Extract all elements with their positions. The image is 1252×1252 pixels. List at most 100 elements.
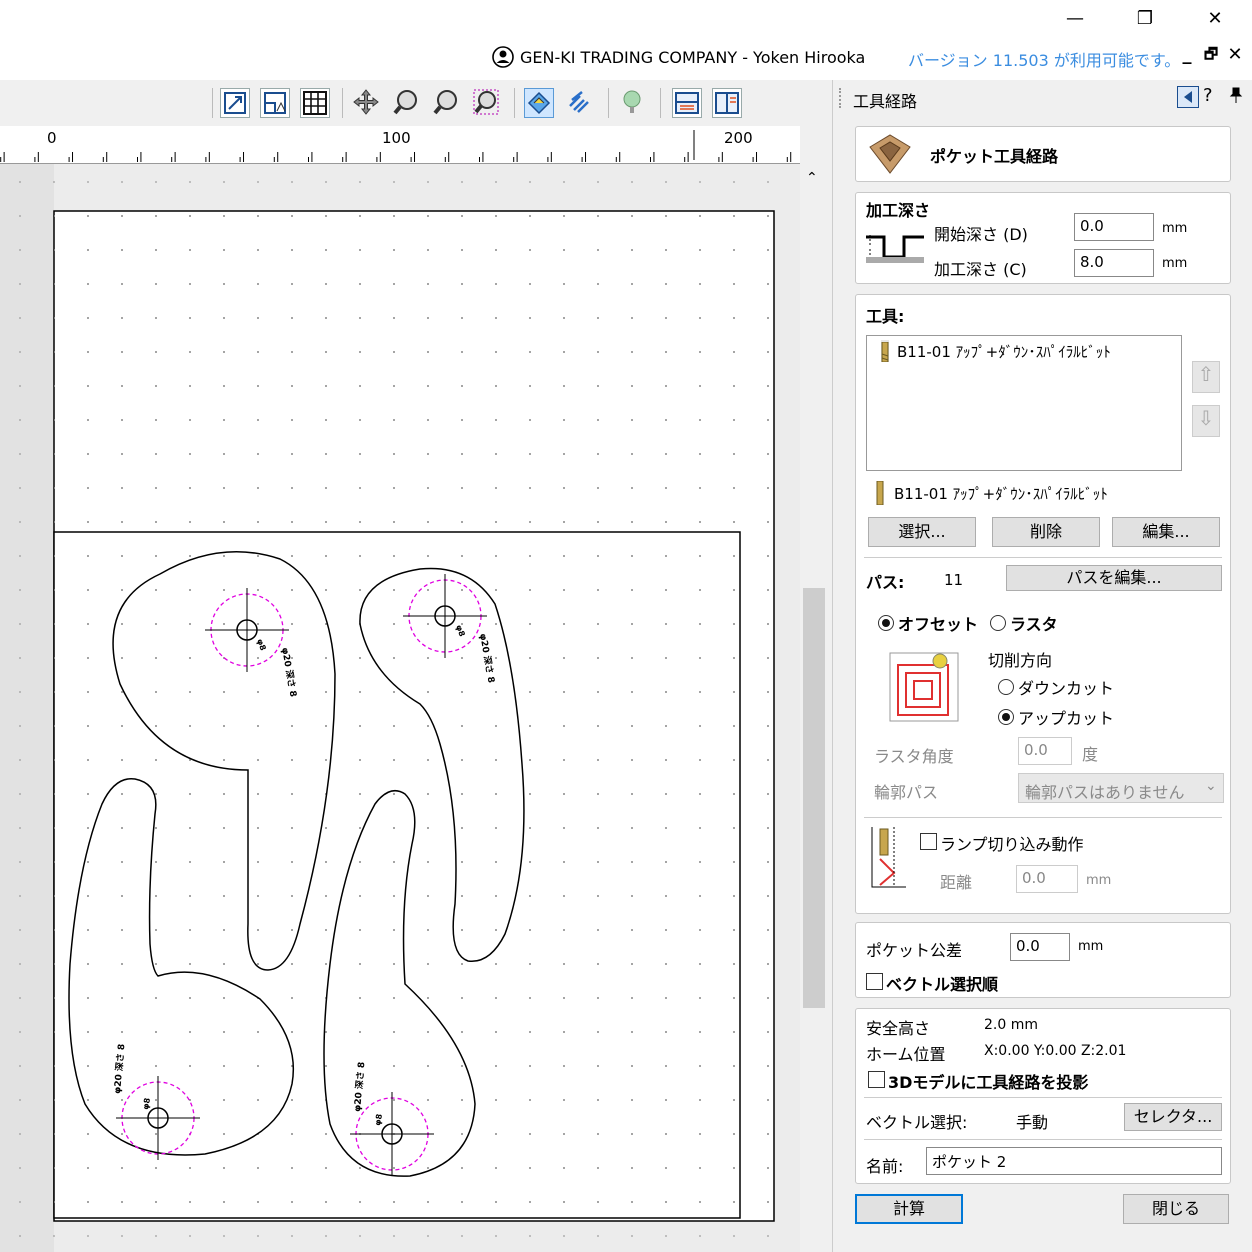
start-depth-label: 開始深さ (D): [934, 225, 1028, 244]
selector-button[interactable]: セレクタ...: [1124, 1103, 1222, 1131]
tool-settings-box: 工具: B11-01 ｱｯﾌﾟ+ﾀﾞｳﾝ･ｽﾊﾟｲﾗﾙﾋﾞｯﾄ ⇧ ⇩ B11-…: [855, 294, 1231, 914]
zoom-in-icon[interactable]: [392, 88, 422, 118]
vector-order-checkbox[interactable]: [866, 973, 883, 990]
safety-box: 安全高さ 2.0 mm ホーム位置 X:0.00 Y:0.00 Z:2.01 3…: [855, 1008, 1231, 1184]
toolpath-view-icon[interactable]: [566, 88, 596, 118]
ramp-diagram-icon: [871, 827, 906, 888]
close-panel-button[interactable]: 閉じる: [1123, 1194, 1229, 1224]
pan-icon[interactable]: [352, 88, 382, 118]
raster-angle-label: ラスタ角度: [874, 747, 954, 766]
pocket-tolerance-input[interactable]: 0.0: [1010, 933, 1070, 961]
profile-pass-label: 輪郭パス: [874, 783, 939, 802]
cut-depth-heading: 加工深さ: [866, 201, 931, 220]
start-depth-input[interactable]: 0.0: [1074, 213, 1154, 241]
toolbar-separator: [342, 88, 343, 118]
pocket-tolerance-label: ポケット公差: [866, 941, 963, 960]
calculate-button[interactable]: 計算: [855, 1194, 963, 1224]
pin-icon[interactable]: [1229, 86, 1243, 108]
dock-icon[interactable]: [1177, 86, 1199, 108]
down-cut-label: ダウンカット: [1018, 679, 1115, 698]
mdi-close-button[interactable]: ✕: [1224, 44, 1246, 65]
pass-label: パス:: [866, 573, 905, 592]
ruler-label-200: 200: [724, 129, 753, 147]
version-notice-link[interactable]: バージョン 11.503 が利用可能です。: [908, 47, 1180, 71]
safe-height-label: 安全高さ: [866, 1019, 931, 1038]
canvas-drawing: φ20 深さ 8 φ20 深さ 8 φ20 深さ 8 φ20 深さ 8 φ8 φ…: [0, 164, 800, 1252]
vertical-scrollbar[interactable]: ⌃: [800, 164, 828, 1252]
toolbar-separator: [608, 88, 609, 118]
tool-edit-button[interactable]: 編集...: [1112, 517, 1220, 547]
restore-button[interactable]: ❐: [1122, 0, 1168, 36]
drawing-canvas[interactable]: φ20 深さ 8 φ20 深さ 8 φ20 深さ 8 φ20 深さ 8 φ8 φ…: [0, 164, 800, 1252]
start-depth-unit: mm: [1162, 221, 1188, 236]
raster-angle-input[interactable]: 0.0: [1018, 737, 1072, 765]
move-up-arrow-icon[interactable]: ⇧: [1192, 361, 1220, 393]
cut-direction-label: 切削方向: [988, 651, 1053, 670]
home-position-value: X:0.00 Y:0.00 Z:2.01: [984, 1043, 1127, 1059]
tool-delete-button[interactable]: 削除: [992, 517, 1100, 547]
zoom-selection-icon[interactable]: [472, 88, 502, 118]
pocket-tolerance-unit: mm: [1078, 939, 1104, 954]
down-cut-radio[interactable]: [998, 679, 1014, 695]
current-tool-name: B11-01 ｱｯﾌﾟ+ﾀﾞｳﾝ･ｽﾊﾟｲﾗﾙﾋﾞｯﾄ: [894, 485, 1108, 503]
scroll-up-icon[interactable]: ⌃: [806, 170, 818, 186]
profile-pass-value: 輪郭パスはありません: [1025, 783, 1185, 802]
offset-radio[interactable]: [878, 615, 894, 631]
layers-grid-icon[interactable]: [260, 88, 290, 118]
minimize-button[interactable]: —: [1052, 0, 1098, 36]
ramp-label: ランプ切り込み動作: [940, 835, 1084, 854]
vector-selection-label: ベクトル選択:: [866, 1113, 968, 1132]
up-cut-label: アップカット: [1018, 709, 1115, 728]
offset-strategy-icon: [889, 652, 959, 722]
current-tool-icon: [876, 481, 884, 505]
home-position-label: ホーム位置: [866, 1045, 946, 1064]
edit-passes-button[interactable]: パスを編集...: [1006, 565, 1222, 591]
cut-depth-label: 加工深さ (C): [934, 260, 1027, 279]
split-vertical-icon[interactable]: [712, 88, 742, 118]
help-icon[interactable]: ?: [1203, 85, 1213, 106]
panel-grip[interactable]: [839, 88, 842, 108]
scrollbar-thumb[interactable]: [803, 588, 825, 1008]
toolbar-separator: [514, 88, 515, 118]
user-name: GEN-KI TRADING COMPANY - Yoken Hirooka: [520, 47, 866, 67]
pass-count: 11: [944, 571, 964, 589]
title-bar: — ❐ ✕: [0, 0, 1252, 36]
view-toolbar: [0, 80, 832, 126]
tool-list-item[interactable]: B11-01 ｱｯﾌﾟ+ﾀﾞｳﾝ･ｽﾊﾟｲﾗﾙﾋﾞｯﾄ: [881, 340, 1111, 362]
user-icon: [492, 46, 514, 68]
ruler-label-0: 0: [47, 129, 57, 147]
name-label: 名前:: [866, 1157, 904, 1176]
chevron-down-icon: ⌄: [1205, 778, 1217, 794]
split-horizontal-icon[interactable]: [672, 88, 702, 118]
pocket-options-box: ポケット公差 0.0 mm ベクトル選択順: [855, 922, 1231, 998]
raster-radio[interactable]: [990, 615, 1006, 631]
zoom-extents-icon[interactable]: [220, 88, 250, 118]
mdi-restore-button[interactable]: 🗗: [1200, 44, 1222, 69]
tool-list[interactable]: B11-01 ｱｯﾌﾟ+ﾀﾞｳﾝ･ｽﾊﾟｲﾗﾙﾋﾞｯﾄ: [866, 335, 1182, 471]
move-down-arrow-icon[interactable]: ⇩: [1192, 405, 1220, 437]
ramp-distance-label: 距離: [940, 873, 973, 892]
close-button[interactable]: ✕: [1192, 0, 1238, 36]
grid-icon[interactable]: [300, 88, 330, 118]
toolpath-name-input[interactable]: ポケット 2: [926, 1147, 1222, 1175]
cut-depth-box: 加工深さ 開始深さ (D) 0.0 mm 加工深さ (C) 8.0 mm: [855, 192, 1231, 284]
tool-select-button[interactable]: 選択...: [868, 517, 976, 547]
cut-depth-input[interactable]: 8.0: [1074, 249, 1154, 277]
divider: [864, 557, 1222, 558]
mdi-minimize-button[interactable]: _: [1176, 44, 1198, 65]
vector-view-icon[interactable]: [524, 88, 554, 118]
pocket-toolpath-icon: [869, 134, 911, 174]
endmill-icon: [881, 342, 889, 362]
zoom-out-icon[interactable]: [432, 88, 462, 118]
user-account[interactable]: GEN-KI TRADING COMPANY - Yoken Hirooka: [492, 46, 872, 68]
divider: [864, 817, 1222, 818]
ramp-distance-input[interactable]: 0.0: [1016, 865, 1078, 893]
toolbar-separator: [660, 88, 661, 118]
profile-pass-select[interactable]: 輪郭パスはありません ⌄: [1018, 773, 1224, 803]
toolpath-type-box: ポケット工具経路: [855, 126, 1231, 182]
toolpath-type-title: ポケット工具経路: [930, 147, 1059, 166]
up-cut-radio[interactable]: [998, 709, 1014, 725]
render-view-icon[interactable]: [618, 88, 648, 118]
project-3d-checkbox[interactable]: [868, 1071, 885, 1088]
ramp-checkbox[interactable]: [920, 833, 937, 850]
